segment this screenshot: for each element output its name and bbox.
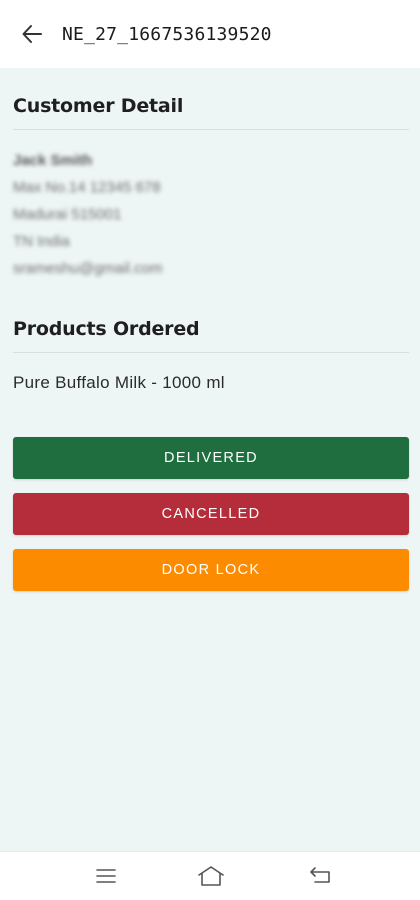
customer-info: Jack Smith Max No.14 12345 678 Madurai 5… (13, 150, 162, 285)
back-icon (310, 867, 330, 883)
cancelled-button[interactable]: CANCELLED (13, 493, 409, 535)
customer-address-line2: Madurai 515001 (13, 206, 122, 223)
products-ordered-heading: Products Ordered (13, 318, 200, 340)
home-icon (198, 866, 224, 886)
menu-icon (96, 869, 116, 883)
customer-divider (13, 129, 409, 130)
nav-home-button[interactable] (197, 864, 225, 888)
system-nav-bar (0, 851, 420, 900)
customer-address-line1: Max No.14 12345 678 (13, 179, 161, 196)
customer-email: srameshu@gmail.com (13, 260, 163, 277)
products-divider (13, 352, 409, 353)
customer-detail-heading: Customer Detail (13, 95, 184, 117)
arrow-left-icon (22, 25, 42, 43)
delivered-button[interactable]: DELIVERED (13, 437, 409, 479)
customer-name: Jack Smith (13, 152, 93, 169)
page-title: NE_27_1667536139520 (62, 23, 272, 45)
app-bar: NE_27_1667536139520 (0, 0, 420, 68)
back-button[interactable] (4, 0, 60, 68)
nav-menu-button[interactable] (92, 864, 120, 888)
product-item: Pure Buffalo Milk - 1000 ml (13, 373, 225, 392)
nav-back-button[interactable] (306, 864, 334, 888)
door-lock-button[interactable]: DOOR LOCK (13, 549, 409, 591)
customer-address-line3: TN India (13, 233, 70, 250)
